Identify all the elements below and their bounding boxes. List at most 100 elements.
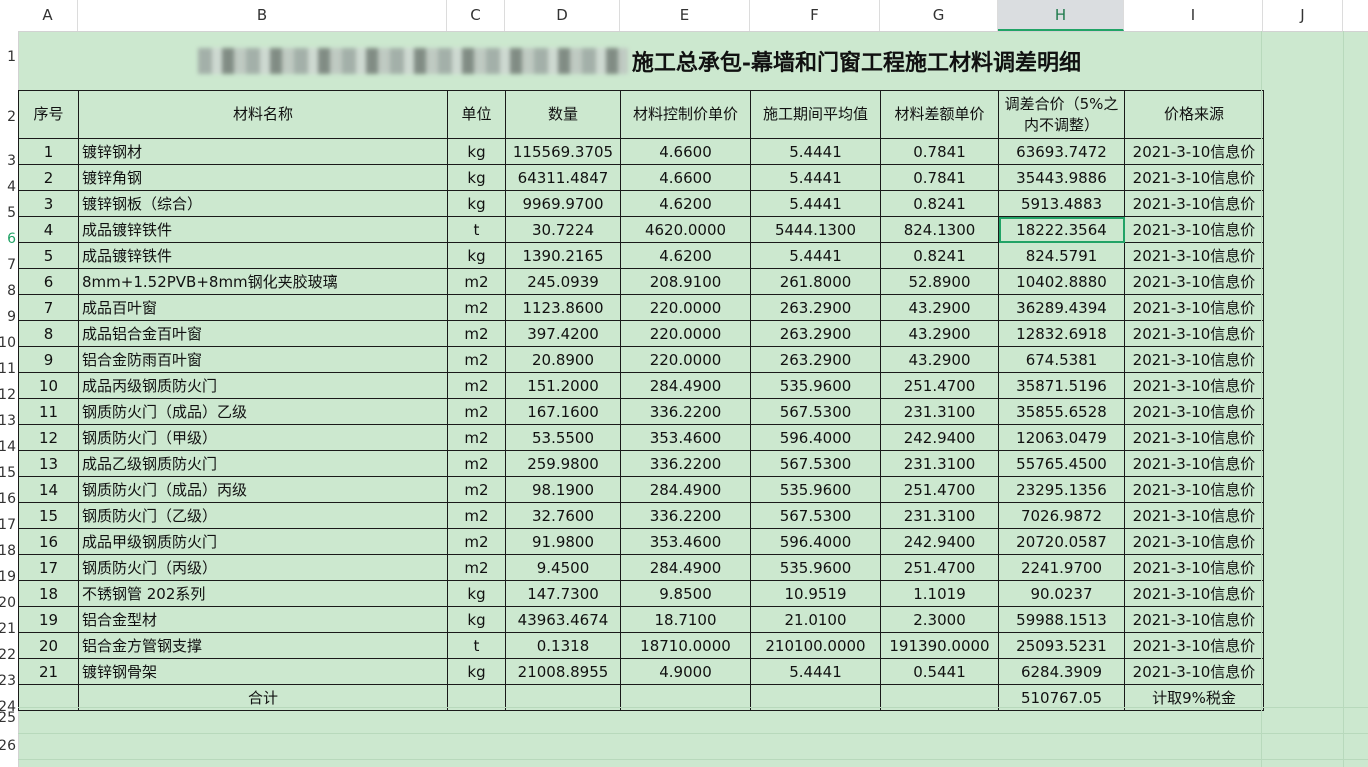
column-header-b[interactable]: B — [78, 0, 447, 31]
table-cell[interactable]: 7 — [18, 294, 79, 321]
table-cell[interactable]: 0.8241 — [880, 190, 999, 217]
table-cell[interactable]: 铝合金防雨百叶窗 — [78, 346, 448, 373]
table-cell[interactable]: 284.4900 — [620, 372, 751, 399]
table-cell[interactable]: 钢质防火门（乙级） — [78, 502, 448, 529]
header-cell[interactable]: 材料控制价单价 — [620, 90, 751, 139]
table-cell[interactable]: 261.8000 — [750, 268, 881, 295]
table-cell[interactable]: 43963.4674 — [505, 606, 621, 633]
table-cell[interactable]: 91.9800 — [505, 528, 621, 555]
table-cell[interactable]: kg — [447, 580, 506, 607]
column-header-h[interactable]: H — [998, 0, 1124, 31]
table-cell[interactable]: 535.9600 — [750, 476, 881, 503]
header-cell[interactable]: 序号 — [18, 90, 79, 139]
row-header-26[interactable]: 26 — [0, 738, 16, 754]
table-cell[interactable]: 147.7300 — [505, 580, 621, 607]
table-cell[interactable]: 23295.1356 — [998, 476, 1125, 503]
header-cell[interactable]: 材料名称 — [78, 90, 448, 139]
table-cell[interactable]: 1390.2165 — [505, 242, 621, 269]
table-cell[interactable]: 535.9600 — [750, 554, 881, 581]
table-cell[interactable]: 596.4000 — [750, 424, 881, 451]
table-cell[interactable]: 2021-3-10信息价 — [1124, 294, 1264, 321]
column-header-i[interactable]: I — [1124, 0, 1263, 31]
table-cell[interactable]: 成品甲级钢质防火门 — [78, 528, 448, 555]
table-cell[interactable]: 2021-3-10信息价 — [1124, 164, 1264, 191]
header-cell[interactable]: 数量 — [505, 90, 621, 139]
row-header-1[interactable]: 1 — [7, 49, 16, 65]
table-cell[interactable]: 210100.0000 — [750, 632, 881, 659]
table-cell[interactable]: 0.1318 — [505, 632, 621, 659]
table-cell[interactable]: t — [447, 216, 506, 243]
table-cell[interactable]: m2 — [447, 502, 506, 529]
table-cell[interactable]: 3 — [18, 190, 79, 217]
table-cell[interactable]: 成品铝合金百叶窗 — [78, 320, 448, 347]
table-cell[interactable]: 17 — [18, 554, 79, 581]
table-cell[interactable]: 2021-3-10信息价 — [1124, 424, 1264, 451]
table-cell[interactable]: 镀锌钢板（综合） — [78, 190, 448, 217]
table-cell[interactable]: 353.4600 — [620, 528, 751, 555]
table-cell[interactable]: 2021-3-10信息价 — [1124, 268, 1264, 295]
table-cell[interactable]: 0.5441 — [880, 658, 999, 685]
table-cell[interactable]: 12063.0479 — [998, 424, 1125, 451]
table-cell[interactable]: 35855.6528 — [998, 398, 1125, 425]
table-cell[interactable]: 263.2900 — [750, 320, 881, 347]
table-cell[interactable]: 263.2900 — [750, 346, 881, 373]
table-cell[interactable]: 5 — [18, 242, 79, 269]
table-cell[interactable]: 1123.8600 — [505, 294, 621, 321]
table-cell[interactable]: 9 — [18, 346, 79, 373]
table-cell[interactable]: 251.4700 — [880, 476, 999, 503]
row-header-13[interactable]: 13 — [0, 413, 16, 429]
table-cell[interactable]: 5.4441 — [750, 190, 881, 217]
column-header-a[interactable]: A — [18, 0, 78, 31]
table-cell[interactable]: m2 — [447, 346, 506, 373]
table-cell[interactable]: 2 — [18, 164, 79, 191]
table-cell[interactable]: 167.1600 — [505, 398, 621, 425]
column-header-e[interactable]: E — [620, 0, 750, 31]
row-header-17[interactable]: 17 — [0, 517, 16, 533]
table-cell[interactable]: 9969.9700 — [505, 190, 621, 217]
row-header-23[interactable]: 23 — [0, 673, 16, 689]
table-cell[interactable]: 钢质防火门（成品）丙级 — [78, 476, 448, 503]
table-cell[interactable]: 镀锌钢材 — [78, 138, 448, 165]
header-cell[interactable]: 价格来源 — [1124, 90, 1264, 139]
table-cell[interactable]: 铝合金型材 — [78, 606, 448, 633]
table-cell[interactable]: 567.5300 — [750, 450, 881, 477]
table-cell[interactable]: 21 — [18, 658, 79, 685]
table-cell[interactable]: 4.6200 — [620, 242, 751, 269]
table-cell[interactable]: 18.7100 — [620, 606, 751, 633]
table-cell[interactable]: 2021-3-10信息价 — [1124, 398, 1264, 425]
table-cell[interactable]: kg — [447, 658, 506, 685]
table-cell[interactable]: 18 — [18, 580, 79, 607]
table-cell[interactable]: 0.7841 — [880, 138, 999, 165]
table-cell[interactable]: 9.4500 — [505, 554, 621, 581]
table-cell[interactable]: m2 — [447, 372, 506, 399]
table-cell[interactable]: 成品乙级钢质防火门 — [78, 450, 448, 477]
table-cell[interactable]: 16 — [18, 528, 79, 555]
table-cell[interactable]: m2 — [447, 450, 506, 477]
table-cell[interactable]: 52.8900 — [880, 268, 999, 295]
row-header-15[interactable]: 15 — [0, 465, 16, 481]
table-cell[interactable]: 8mm+1.52PVB+8mm钢化夹胶玻璃 — [78, 268, 448, 295]
table-cell[interactable]: 0.8241 — [880, 242, 999, 269]
table-cell[interactable]: 13 — [18, 450, 79, 477]
table-cell[interactable]: 242.9400 — [880, 528, 999, 555]
table-cell[interactable]: 2021-3-10信息价 — [1124, 502, 1264, 529]
table-cell[interactable]: 20.8900 — [505, 346, 621, 373]
column-header-f[interactable]: F — [750, 0, 880, 31]
table-cell[interactable]: 242.9400 — [880, 424, 999, 451]
table-cell[interactable]: 35871.5196 — [998, 372, 1125, 399]
table-cell[interactable]: t — [447, 632, 506, 659]
table-cell[interactable]: 336.2200 — [620, 450, 751, 477]
table-cell[interactable]: 824.5791 — [998, 242, 1125, 269]
table-cell[interactable]: 36289.4394 — [998, 294, 1125, 321]
table-cell[interactable]: 18710.0000 — [620, 632, 751, 659]
table-cell[interactable]: 64311.4847 — [505, 164, 621, 191]
table-cell[interactable]: m2 — [447, 476, 506, 503]
table-cell[interactable]: kg — [447, 164, 506, 191]
table-cell[interactable]: 10 — [18, 372, 79, 399]
row-header-12[interactable]: 12 — [0, 387, 16, 403]
table-cell[interactable]: 2021-3-10信息价 — [1124, 606, 1264, 633]
table-cell[interactable]: 231.3100 — [880, 398, 999, 425]
table-cell[interactable]: 2021-3-10信息价 — [1124, 372, 1264, 399]
table-cell[interactable]: m2 — [447, 294, 506, 321]
table-cell[interactable]: 14 — [18, 476, 79, 503]
